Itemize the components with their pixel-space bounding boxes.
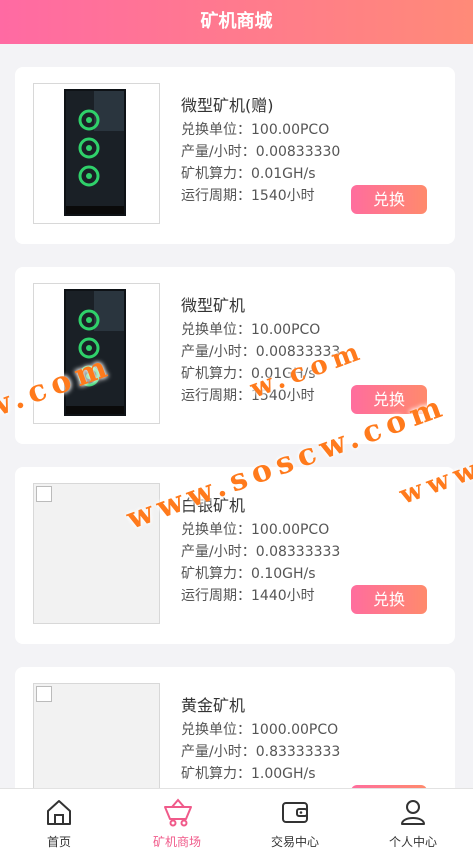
product-image [33,683,160,788]
page-header: 矿机商城 [0,0,473,44]
power-row: 矿机算力：1.00GH/s [181,766,316,782]
power-value: 0.10GH/s [251,566,316,582]
rate-row: 产量/小时：0.00833333 [181,344,341,360]
exchange-button[interactable]: 兑换 [351,185,427,214]
mining-cart-icon [164,798,192,827]
bottom-tab-bar: 首页 矿机商场 交易中心 个人中心 [0,788,473,856]
page-title: 矿机商城 [200,11,273,32]
period-row: 运行周期：1540小时 [181,388,315,404]
price-value: 1000.00PCO [251,722,339,738]
user-icon [401,800,425,825]
price-value: 10.00PCO [251,322,321,338]
tab-label: 个人中心 [388,835,437,849]
tab-home[interactable]: 首页 [0,789,118,856]
product-info: 微型矿机(赠) 兑换单位：100.00PCO 产量/小时：0.00833330 … [181,93,340,207]
home-icon [47,800,71,825]
wallet-icon [282,802,308,823]
price-row: 兑换单位：100.00PCO [181,122,330,138]
product-card: 微型矿机(赠) 兑换单位：100.00PCO 产量/小时：0.00833330 … [15,67,455,244]
rate-value: 0.08333333 [255,544,341,560]
power-value: 0.01GH/s [251,366,316,382]
rate-row: 产量/小时：0.08333333 [181,544,341,560]
power-row: 矿机算力：0.10GH/s [181,566,316,582]
price-value: 100.00PCO [251,122,330,138]
period-value: 1440小时 [251,588,315,604]
rate-row: 产量/小时：0.83333333 [181,744,341,760]
rate-value: 0.00833330 [255,144,341,160]
rate-value: 0.00833333 [255,344,341,360]
tab-mining-shop[interactable]: 矿机商场 [118,789,236,856]
product-image [33,283,160,424]
product-image [33,83,160,224]
tab-trading-center[interactable]: 交易中心 [236,789,354,856]
tab-label: 首页 [46,835,71,849]
product-image [33,483,160,624]
period-row: 运行周期：1440小时 [181,588,315,604]
exchange-button[interactable]: 兑换 [351,585,427,614]
rate-value: 0.83333333 [255,744,341,760]
rate-row: 产量/小时：0.00833330 [181,144,341,160]
product-info: 白银矿机 兑换单位：100.00PCO 产量/小时：0.08333333 矿机算… [181,493,340,607]
product-card: 微型矿机 兑换单位：10.00PCO 产量/小时：0.00833333 矿机算力… [15,267,455,444]
price-value: 100.00PCO [251,522,330,538]
power-value: 0.01GH/s [251,166,316,182]
exchange-button[interactable]: 兑换 [351,385,427,414]
product-name: 黄金矿机 [181,696,246,715]
product-name: 微型矿机 [181,296,246,315]
period-row: 运行周期：1540小时 [181,188,315,204]
price-row: 兑换单位：1000.00PCO [181,722,339,738]
product-list[interactable]: 微型矿机(赠) 兑换单位：100.00PCO 产量/小时：0.00833330 … [0,44,473,788]
product-info: 微型矿机 兑换单位：10.00PCO 产量/小时：0.00833333 矿机算力… [181,293,340,407]
product-name: 微型矿机(赠) [181,96,274,115]
mining-rig-image [64,289,126,416]
tab-label: 矿机商场 [152,835,201,849]
product-info: 黄金矿机 兑换单位：1000.00PCO 产量/小时：0.83333333 矿机… [181,693,340,785]
mining-rig-image [64,89,126,216]
product-card: 黄金矿机 兑换单位：1000.00PCO 产量/小时：0.83333333 矿机… [15,667,455,788]
product-name: 白银矿机 [181,496,246,515]
tab-label: 交易中心 [270,835,319,849]
period-value: 1540小时 [251,188,315,204]
price-row: 兑换单位：100.00PCO [181,522,330,538]
power-row: 矿机算力：0.01GH/s [181,366,316,382]
price-row: 兑换单位：10.00PCO [181,322,321,338]
power-value: 1.00GH/s [251,766,316,782]
product-card: 白银矿机 兑换单位：100.00PCO 产量/小时：0.08333333 矿机算… [15,467,455,644]
tab-personal-center[interactable]: 个人中心 [354,789,472,856]
power-row: 矿机算力：0.01GH/s [181,166,316,182]
period-value: 1540小时 [251,388,315,404]
